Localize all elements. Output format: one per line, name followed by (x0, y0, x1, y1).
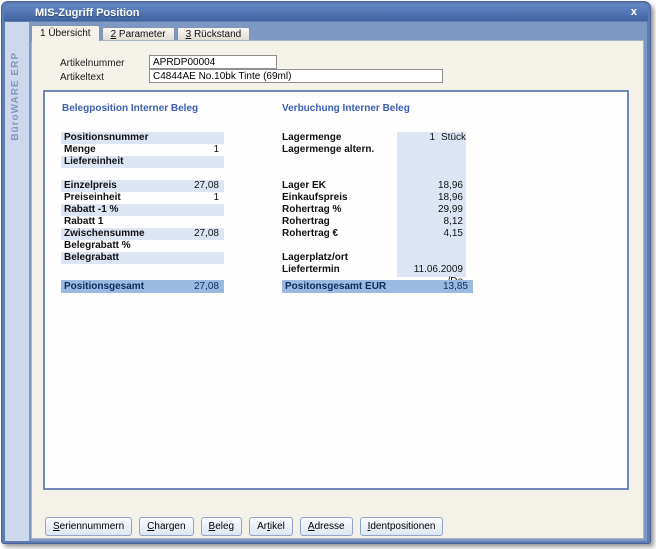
chargen-button[interactable]: Chargen (139, 517, 193, 536)
artikeltext-input[interactable] (149, 69, 443, 83)
app-window: MIS-Zugriff Position x BüroWARE ERP 1 Üb… (1, 1, 651, 544)
brand-strip: BüroWARE ERP (5, 22, 29, 541)
field-row-menge: Menge 1 (61, 144, 224, 156)
close-icon[interactable]: x (631, 6, 637, 18)
field-row-zwischensumme: Zwischensumme 27,08 (61, 228, 224, 240)
field-label-rohertrag-prozent: Rohertrag % (282, 204, 397, 216)
field-row-belegrabatt-prozent: Belegrabatt % (61, 240, 224, 252)
tab-rueckstand[interactable]: 3 Rückstand (177, 27, 251, 41)
field-row-belegrabatt: Belegrabatt (61, 252, 224, 264)
window-title: MIS-Zugriff Position (4, 7, 139, 19)
right-section-header: Verbuchung Interner Beleg (282, 103, 410, 114)
field-value-liefertermin: 11.06.2009 /Do (397, 264, 466, 276)
tab-parameter[interactable]: 2 Parameter (102, 27, 175, 41)
field-label-liefertermin: Liefertermin (282, 264, 397, 276)
artikelnummer-label: Artikelnummer (60, 58, 124, 69)
field-label-lager-ek: Lager EK (282, 180, 397, 192)
field-label-lagermenge: Lagermenge (282, 132, 397, 144)
field-row-positionsnummer: Positionsnummer (61, 132, 224, 144)
artikelnummer-input[interactable] (149, 55, 277, 69)
field-value-lagermenge: 1 Stück (397, 132, 466, 144)
seriennummern-button[interactable]: Seriennummern (45, 517, 132, 536)
field-value-lagermenge-altern (397, 144, 466, 156)
detail-panel: Belegposition Interner Beleg Verbuchung … (43, 90, 629, 490)
field-row-einzelpreis: Einzelpreis 27,08 (61, 180, 224, 192)
field-value-einkaufspreis: 18,96 (397, 192, 466, 204)
title-bar: MIS-Zugriff Position x (4, 4, 648, 21)
field-row-rabatt-1-prozent: Rabatt -1 % (61, 204, 224, 216)
total-row-positionsgesamt: Positionsgesamt 27,08 (61, 280, 224, 293)
tab-page-uebersicht: Artikelnummer Artikeltext Belegposition … (31, 40, 644, 539)
tab-bar: 1 Übersicht 2 Parameter 3 Rückstand (31, 25, 252, 41)
total-row-positionsgesamt-eur: Positonsgesamt EUR 13,85 (282, 280, 473, 293)
left-section-header: Belegposition Interner Beleg (62, 103, 198, 114)
field-label-einkaufspreis: Einkaufspreis (282, 192, 397, 204)
field-label-lagerplatz: Lagerplatz/ort (282, 252, 397, 264)
adresse-button[interactable]: Adresse (300, 517, 353, 536)
field-row-rabatt-1: Rabatt 1 (61, 216, 224, 228)
field-value-lager-ek: 18,96 (397, 180, 466, 192)
field-label-rohertrag-euro: Rohertrag € (282, 228, 397, 240)
beleg-button[interactable]: Beleg (201, 517, 243, 536)
button-row: Seriennummern Chargen Beleg Artikel Adre… (45, 517, 443, 536)
window-body: BüroWARE ERP 1 Übersicht 2 Parameter 3 R… (5, 22, 647, 541)
identpositionen-button[interactable]: Identpositionen (360, 517, 444, 536)
field-value-rohertrag-euro: 4,15 (397, 228, 466, 240)
field-row-liefereinheit: Liefereinheit (61, 156, 224, 168)
brand-label: BüroWARE ERP (10, 52, 21, 141)
artikeltext-label: Artikeltext (60, 72, 104, 83)
tab-uebersicht[interactable]: 1 Übersicht (31, 25, 100, 41)
artikel-button[interactable]: Artikel (249, 517, 293, 536)
field-value-rohertrag: 8,12 (397, 216, 466, 228)
field-label-rohertrag: Rohertrag (282, 216, 397, 228)
field-value-lagerplatz (397, 252, 466, 264)
field-row-preiseinheit: Preiseinheit 1 (61, 192, 224, 204)
field-label-lagermenge-altern: Lagermenge altern. (282, 144, 397, 156)
field-value-rohertrag-prozent: 29,99 (397, 204, 466, 216)
